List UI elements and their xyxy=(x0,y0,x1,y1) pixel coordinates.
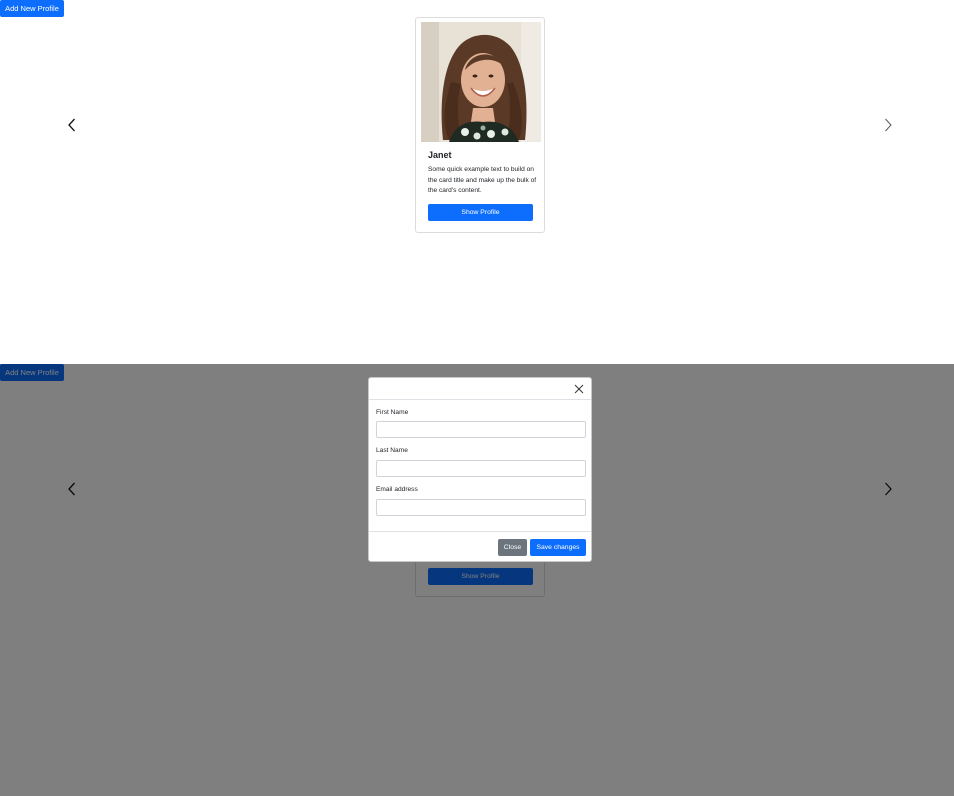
carousel-prev-button[interactable] xyxy=(66,117,78,133)
modal-footer: Close Save changes xyxy=(369,531,591,562)
email-label: Email address xyxy=(376,486,418,493)
modal-close-button[interactable] xyxy=(574,384,584,394)
add-new-profile-button[interactable]: Add New Profile xyxy=(0,0,64,17)
page-state-modal-open: Add New Profile Janet Some quick example… xyxy=(0,364,954,796)
modal-header xyxy=(369,378,591,400)
last-name-label: Last Name xyxy=(376,447,408,454)
close-icon xyxy=(574,384,584,394)
close-button[interactable]: Close xyxy=(498,539,527,556)
last-name-field[interactable] xyxy=(376,460,586,477)
email-field[interactable] xyxy=(376,499,586,516)
show-profile-button[interactable]: Show Profile xyxy=(428,204,533,221)
profile-photo xyxy=(421,22,541,142)
page-state-default: Add New Profile Janet Some quick example… xyxy=(0,0,954,364)
save-changes-button[interactable]: Save changes xyxy=(530,539,586,556)
card-title: Janet xyxy=(428,150,452,160)
card-description: Some quick example text to build on the … xyxy=(428,166,537,194)
carousel-next-button[interactable] xyxy=(882,117,894,133)
profile-card: Janet Some quick example text to build o… xyxy=(415,17,545,233)
first-name-field[interactable] xyxy=(376,421,586,438)
chevron-left-icon xyxy=(68,118,75,132)
add-profile-modal: First Name Last Name Email address Close… xyxy=(368,377,592,562)
chevron-right-icon xyxy=(885,118,892,132)
first-name-label: First Name xyxy=(376,409,409,416)
